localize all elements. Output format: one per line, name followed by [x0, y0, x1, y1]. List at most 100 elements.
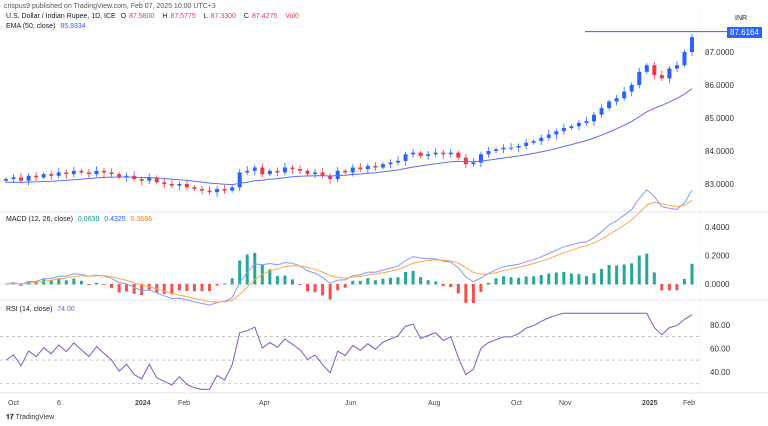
candle-body: [237, 172, 242, 188]
macd-histogram-bar: [132, 284, 136, 294]
macd-histogram-bar: [64, 280, 68, 285]
candle-body: [64, 172, 69, 175]
macd-histogram-bar: [607, 264, 611, 285]
macd-histogram-bar: [682, 278, 686, 285]
price-tick: 86.0000: [705, 81, 734, 90]
macd-histogram-bar: [110, 284, 114, 288]
macd-histogram-bar: [351, 280, 355, 285]
candle-body: [305, 170, 310, 175]
candle-body: [252, 167, 257, 171]
candle-body: [275, 170, 280, 173]
macd-histogram-bar: [502, 276, 506, 285]
candle-body: [139, 179, 144, 181]
time-tick: 2024: [135, 400, 151, 407]
candle-body: [659, 75, 664, 79]
macd-histogram-bar: [464, 284, 468, 303]
macd-histogram-bar: [396, 277, 400, 285]
candle-body: [644, 65, 649, 72]
macd-histogram-bar: [79, 280, 83, 285]
candle-body: [629, 85, 634, 92]
macd-histogram-bar: [622, 264, 626, 285]
macd-histogram-bar: [306, 284, 310, 292]
candle-body: [614, 98, 619, 102]
macd-histogram-bar: [569, 273, 573, 285]
last-price-tag: 87.6164: [727, 27, 762, 38]
macd-histogram-bar: [630, 263, 634, 285]
macd-histogram-bar: [524, 276, 528, 285]
candle-body: [86, 172, 91, 175]
candle-body: [411, 152, 416, 155]
time-tick: Feb: [683, 400, 695, 407]
candle-body: [343, 170, 348, 173]
candle-body: [607, 101, 612, 109]
candles-layer: [4, 33, 694, 197]
macd-tick: 0.4000: [705, 223, 730, 232]
candle-body: [34, 175, 39, 178]
macd-histogram-bar: [215, 284, 219, 286]
macd-histogram-bar: [486, 282, 490, 285]
macd-line: [5, 189, 693, 306]
macd-histogram-bar: [660, 284, 664, 291]
candle-body: [184, 184, 189, 188]
candle-body: [49, 174, 54, 176]
macd-histogram-bar: [245, 254, 249, 285]
macd-signal-line: [5, 199, 693, 303]
macd-histogram-bar: [554, 272, 558, 285]
candle-body: [177, 184, 182, 186]
macd-histogram-bar: [637, 255, 641, 285]
macd-histogram-bar: [584, 276, 588, 285]
macd-histogram-bar: [456, 284, 460, 294]
time-tick: Oct: [511, 400, 522, 407]
candle-body: [516, 146, 521, 148]
price-tick: 84.0000: [705, 147, 734, 156]
macd-histogram-bar: [404, 271, 408, 285]
candle-body: [11, 177, 16, 180]
price-tick: 85.0000: [705, 114, 734, 123]
candle-body: [365, 165, 370, 170]
macd-histogram-bar: [494, 278, 498, 285]
macd-histogram-bar: [667, 284, 671, 291]
candle-body: [561, 127, 566, 132]
candle-body: [230, 187, 235, 191]
macd-histogram-bar: [321, 284, 325, 296]
macd-histogram-bar: [539, 275, 543, 285]
tradingview-logo[interactable]: 𝟏𝟕 TradingView: [6, 414, 54, 422]
macd-histogram-bar: [125, 284, 129, 292]
candle-body: [200, 188, 204, 191]
candle-body: [471, 162, 476, 165]
macd-histogram-bar: [652, 272, 656, 285]
candle-body: [350, 167, 355, 173]
macd-histogram-bar: [290, 279, 294, 285]
macd-histogram-bar: [223, 283, 227, 285]
candle-body: [531, 141, 536, 143]
candle-body: [569, 126, 574, 128]
candle-body: [690, 37, 694, 52]
ema-line: [5, 88, 693, 186]
macd-histogram-bar: [366, 278, 370, 285]
macd-histogram-bar: [547, 273, 551, 285]
rsi-tick: 80.00: [710, 321, 731, 330]
chart-canvas[interactable]: 87.0000 86.0000 85.0000 84.0000 83.0000 0.400…: [0, 0, 768, 426]
macd-histogram-bar: [200, 284, 204, 292]
candle-body: [622, 91, 627, 99]
time-tick: Apr: [259, 400, 271, 407]
candle-body: [674, 65, 679, 69]
time-tick: Oct: [8, 400, 19, 407]
candle-body: [56, 172, 61, 176]
macd-histogram-bar: [562, 271, 566, 285]
macd-histogram-bar: [426, 280, 430, 285]
macd-histogram-bar: [170, 284, 174, 295]
logo-text: TradingView: [15, 414, 55, 421]
macd-histogram-bar: [72, 278, 76, 285]
candle-body: [509, 147, 514, 149]
macd-histogram-bar: [509, 277, 513, 285]
macd-histogram-bar: [208, 284, 212, 292]
macd-tick: 0.0000: [705, 280, 730, 289]
candle-body: [418, 152, 423, 156]
candle-body: [222, 188, 227, 191]
candle-body: [4, 179, 8, 181]
candle-body: [592, 114, 596, 122]
candle-body: [456, 152, 461, 158]
candle-body: [41, 174, 46, 178]
candle-body: [388, 162, 393, 165]
